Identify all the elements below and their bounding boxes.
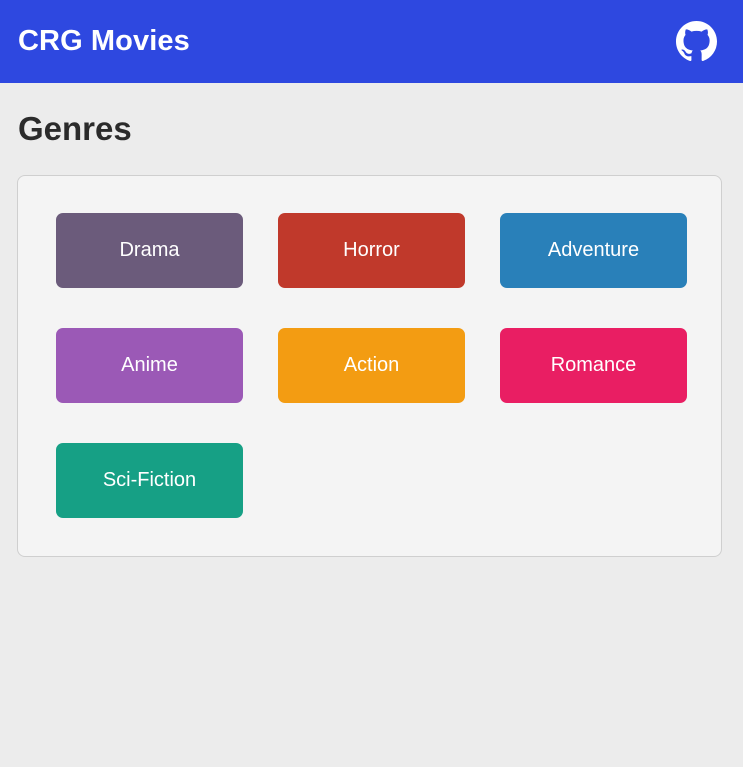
genre-button-horror[interactable]: Horror (278, 213, 465, 288)
app-title: CRG Movies (18, 25, 190, 57)
page-heading: Genres (18, 110, 132, 147)
github-link[interactable] (676, 21, 717, 62)
github-icon (676, 21, 717, 61)
genre-button-action[interactable]: Action (278, 328, 465, 403)
app-bar: CRG Movies (0, 0, 743, 83)
genre-grid: Drama Horror Adventure Anime Action Roma… (56, 213, 687, 518)
genre-button-adventure[interactable]: Adventure (500, 213, 687, 288)
genre-card: Drama Horror Adventure Anime Action Roma… (17, 175, 722, 557)
genre-button-romance[interactable]: Romance (500, 328, 687, 403)
genre-button-sci-fiction[interactable]: Sci-Fiction (56, 443, 243, 518)
genre-button-anime[interactable]: Anime (56, 328, 243, 403)
genre-button-drama[interactable]: Drama (56, 213, 243, 288)
